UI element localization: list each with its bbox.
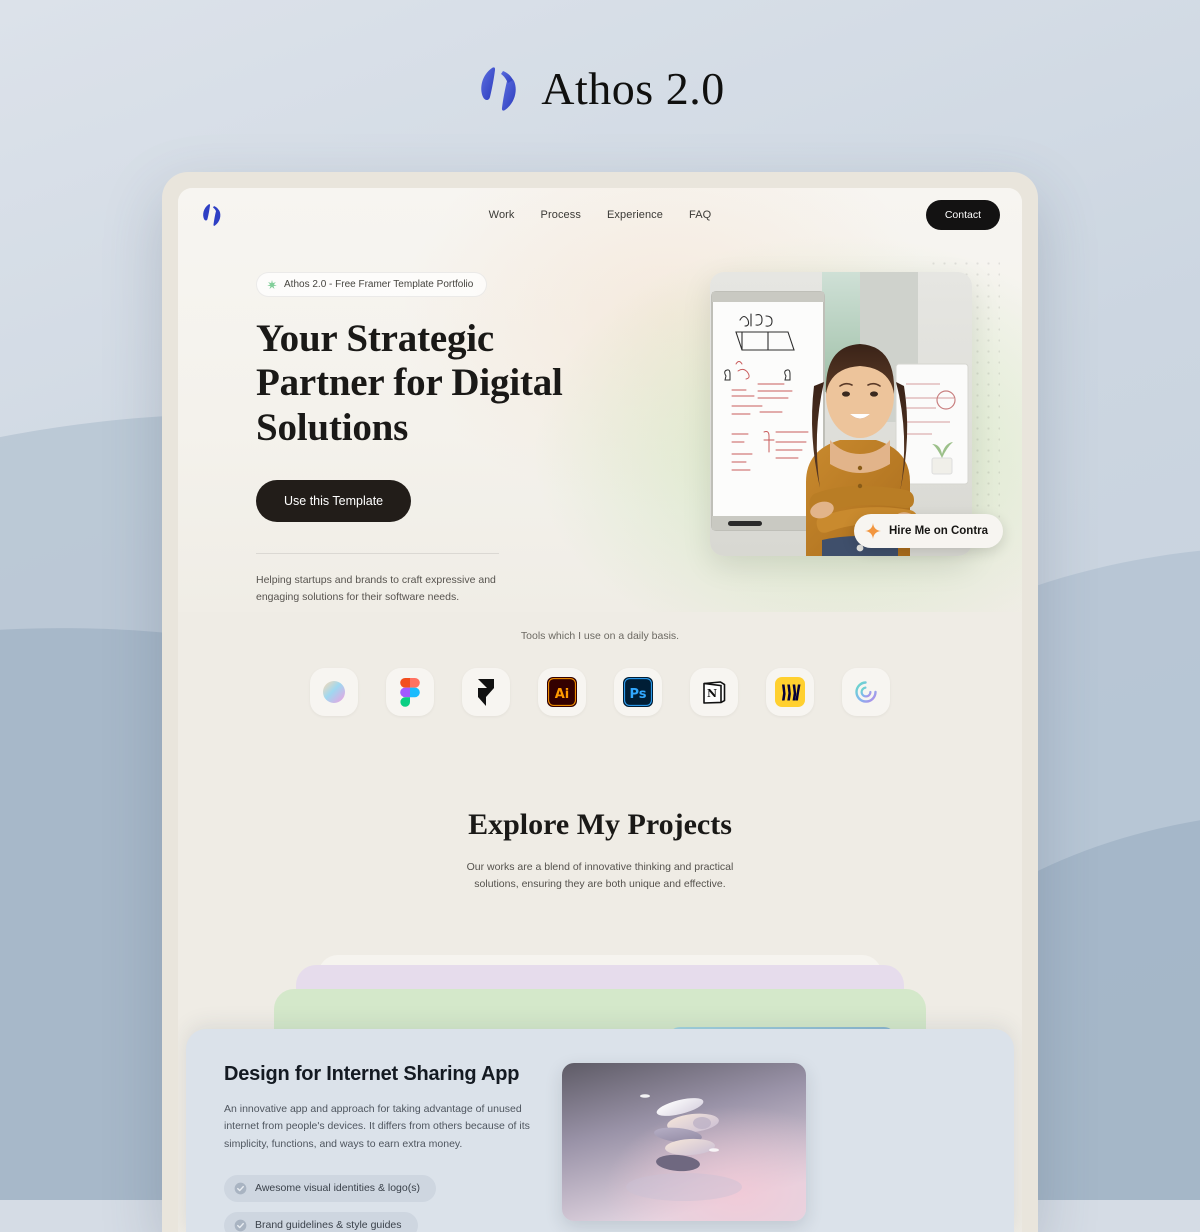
hero-badge-label: Athos 2.0 - Free Framer Template Portfol…: [284, 279, 474, 290]
front-card-description: An innovative app and approach for takin…: [224, 1103, 530, 1150]
device-frame: Work Process Experience FAQ Contact Atho…: [162, 172, 1038, 1232]
hero-section: Work Process Experience FAQ Contact Atho…: [178, 188, 1022, 612]
figma-icon[interactable]: [386, 668, 434, 716]
contact-button[interactable]: Contact: [925, 200, 1000, 230]
check-circle-icon: [234, 1219, 247, 1232]
nav-link-process[interactable]: Process: [541, 209, 581, 221]
projects-title: Explore My Projects: [468, 808, 732, 841]
hero-subtext: Helping startups and brands to craft exp…: [256, 574, 496, 603]
front-card-tag-label: Awesome visual identities & logo(s): [255, 1182, 420, 1195]
hire-me-pill[interactable]: Hire Me on Contra: [854, 514, 1004, 548]
hero-title: Your Strategic Partner for Digital Solut…: [256, 317, 563, 449]
hero-text-column: Athos 2.0 - Free Framer Template Portfol…: [256, 258, 586, 605]
nav-link-experience[interactable]: Experience: [607, 209, 663, 221]
site-navbar: Work Process Experience FAQ Contact: [178, 188, 1022, 242]
hero-divider: [256, 553, 499, 555]
front-card-tag-label: Brand guidelines & style guides: [255, 1219, 402, 1232]
nav-links: Work Process Experience FAQ: [178, 209, 1022, 221]
svg-text:N: N: [707, 687, 717, 700]
website-screen: Work Process Experience FAQ Contact Atho…: [178, 188, 1022, 1232]
orange-sparkle-icon: [865, 523, 881, 539]
spline-icon[interactable]: [310, 668, 358, 716]
front-card-tags: Awesome visual identities & logo(s) Bran…: [224, 1174, 536, 1232]
front-card-tag: Awesome visual identities & logo(s): [224, 1174, 436, 1202]
hero-media-column: Hire Me on Contra: [704, 258, 1004, 605]
nav-link-work[interactable]: Work: [489, 209, 515, 221]
athos-mark-icon[interactable]: [200, 202, 224, 228]
front-project-card[interactable]: Design for Internet Sharing App An innov…: [186, 1029, 1014, 1232]
adobe-illustrator-icon[interactable]: Ai: [538, 668, 586, 716]
front-card-body: Design for Internet Sharing App An innov…: [224, 1063, 536, 1232]
tools-row: Ai Ps N: [178, 668, 1022, 716]
gradient-ring-icon[interactable]: [842, 668, 890, 716]
notion-icon[interactable]: N: [690, 668, 738, 716]
tools-section: Tools which I use on a daily basis. Ai P…: [178, 612, 1022, 716]
athos-logo-icon: [475, 64, 523, 114]
nav-link-faq[interactable]: FAQ: [689, 209, 711, 221]
hire-me-pill-label: Hire Me on Contra: [889, 525, 989, 537]
projects-subtitle: Our works are a blend of innovative thin…: [466, 861, 734, 890]
green-sparkle-icon: [267, 279, 277, 290]
front-card-artwork: [562, 1063, 806, 1221]
use-this-template-button[interactable]: Use this Template: [256, 480, 412, 523]
svg-text:Ai: Ai: [555, 687, 570, 702]
projects-section: Explore My Projects Our works are a blen…: [178, 716, 1022, 1232]
adobe-photoshop-icon[interactable]: Ps: [614, 668, 662, 716]
brand-title: Athos 2.0: [541, 63, 725, 114]
miro-icon[interactable]: [766, 668, 814, 716]
tools-label: Tools which I use on a daily basis.: [520, 630, 680, 642]
check-circle-icon: [234, 1182, 247, 1195]
front-card-title: Design for Internet Sharing App: [224, 1063, 520, 1085]
front-card-tag: Brand guidelines & style guides: [224, 1211, 418, 1232]
brand-header: Athos 2.0: [0, 62, 1200, 115]
framer-icon[interactable]: [462, 668, 510, 716]
hero-badge: Athos 2.0 - Free Framer Template Portfol…: [256, 272, 488, 297]
project-card-stack: Digital Product Design Solution Design f…: [178, 955, 1022, 1232]
hero-content: Athos 2.0 - Free Framer Template Portfol…: [178, 242, 1022, 605]
svg-text:Ps: Ps: [629, 687, 646, 702]
